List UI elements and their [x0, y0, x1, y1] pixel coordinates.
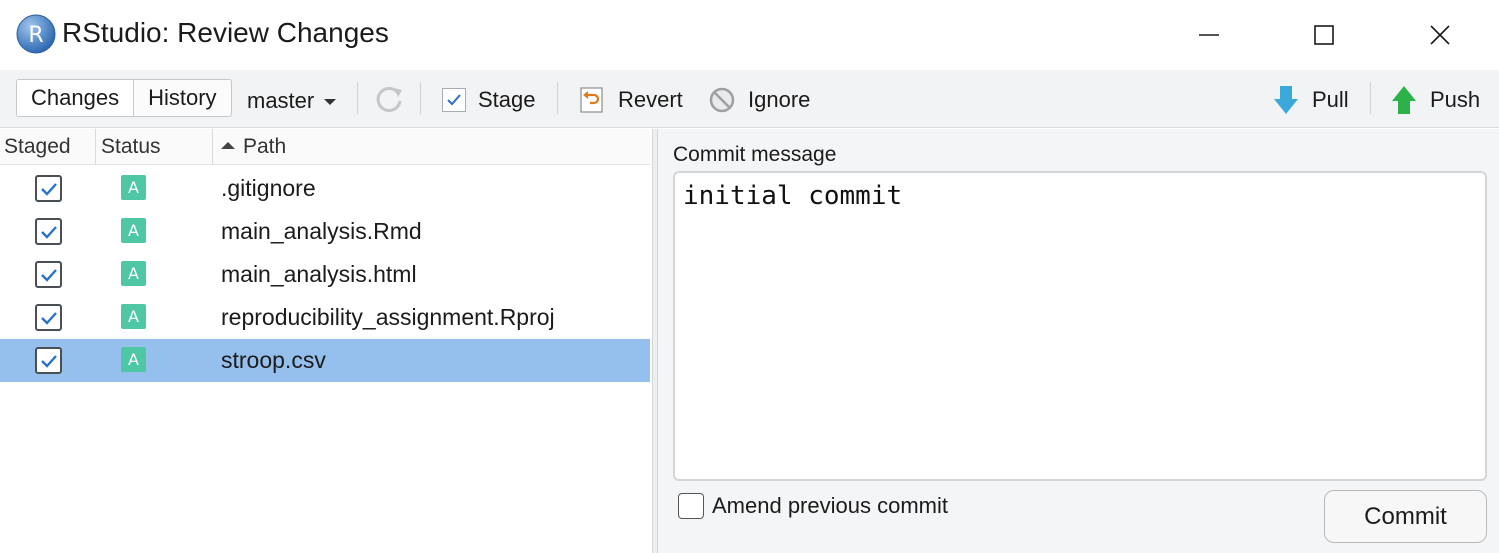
- checkmark-icon: [40, 182, 57, 196]
- revert-icon: [580, 87, 603, 113]
- pull-label: Pull: [1312, 87, 1349, 112]
- close-icon: [1430, 25, 1450, 45]
- table-row[interactable]: A main_analysis.html: [0, 253, 650, 296]
- staged-checkbox[interactable]: [35, 175, 62, 202]
- table-header: Staged Status Path: [0, 129, 650, 165]
- stage-button[interactable]: Stage: [442, 84, 536, 116]
- column-header-status[interactable]: Status: [95, 129, 211, 165]
- status-badge: A: [121, 304, 146, 329]
- table-row[interactable]: A main_analysis.Rmd: [0, 210, 650, 253]
- staged-checkbox[interactable]: [35, 218, 62, 245]
- refresh-icon[interactable]: [372, 82, 406, 116]
- branch-dropdown[interactable]: master: [247, 88, 337, 114]
- amend-checkbox-box[interactable]: [678, 493, 704, 519]
- pull-arrow-icon: [1274, 86, 1298, 114]
- column-header-path-label: Path: [243, 135, 287, 158]
- file-rows: A .gitignore A main_analysis.Rmd A main_…: [0, 167, 650, 382]
- sort-ascending-icon: [221, 141, 235, 149]
- view-tabs: Changes History: [16, 79, 232, 117]
- stage-label: Stage: [478, 87, 536, 112]
- push-arrow-icon: [1392, 86, 1416, 114]
- staged-checkbox[interactable]: [35, 347, 62, 374]
- changes-file-list: Staged Status Path A .gitignore A main_a…: [0, 129, 652, 553]
- commit-message-input[interactable]: initial commit: [673, 171, 1487, 481]
- tab-history[interactable]: History: [133, 80, 230, 116]
- status-badge: A: [121, 218, 146, 243]
- minimize-icon: [1199, 34, 1219, 36]
- maximize-button[interactable]: [1294, 12, 1354, 58]
- column-header-path[interactable]: Path: [212, 129, 648, 165]
- file-path: .gitignore: [221, 175, 316, 201]
- push-label: Push: [1430, 87, 1481, 112]
- toolbar-separator: [557, 82, 558, 114]
- close-button[interactable]: [1410, 12, 1470, 58]
- amend-previous-commit-checkbox[interactable]: Amend previous commit: [678, 493, 948, 519]
- minimize-button[interactable]: [1179, 12, 1239, 58]
- file-path: main_analysis.Rmd: [221, 218, 422, 244]
- status-badge: A: [121, 175, 146, 200]
- branch-name: master: [247, 88, 315, 113]
- toolbar-separator: [357, 82, 358, 114]
- checkmark-icon: [40, 268, 57, 282]
- file-path: stroop.csv: [221, 347, 326, 373]
- status-badge: A: [121, 261, 146, 286]
- commit-panel: Commit message initial commit Amend prev…: [658, 129, 1499, 553]
- column-header-staged[interactable]: Staged: [4, 129, 94, 165]
- revert-label: Revert: [618, 87, 683, 112]
- status-badge: A: [121, 347, 146, 372]
- commit-button[interactable]: Commit: [1324, 490, 1487, 543]
- title-bar: R RStudio: Review Changes: [0, 0, 1499, 70]
- window-title: RStudio: Review Changes: [62, 17, 389, 48]
- commit-message-label: Commit message: [673, 143, 837, 166]
- file-path: reproducibility_assignment.Rproj: [221, 304, 555, 330]
- rstudio-logo-icon: R: [16, 14, 56, 54]
- checkmark-icon: [40, 354, 57, 368]
- toolbar: Changes History master Stage Revert Igno…: [0, 70, 1499, 128]
- ignore-button[interactable]: Ignore: [708, 84, 810, 116]
- toolbar-separator: [420, 82, 421, 114]
- checkbox-icon: [442, 88, 466, 112]
- table-row[interactable]: A stroop.csv: [0, 339, 650, 382]
- checkmark-icon: [40, 311, 57, 325]
- maximize-icon: [1314, 25, 1334, 45]
- staged-checkbox[interactable]: [35, 261, 62, 288]
- file-path: main_analysis.html: [221, 261, 417, 287]
- ignore-icon: [709, 87, 735, 113]
- pull-button[interactable]: Pull: [1272, 84, 1349, 116]
- amend-label: Amend previous commit: [712, 493, 948, 518]
- ignore-label: Ignore: [748, 87, 811, 112]
- staged-checkbox[interactable]: [35, 304, 62, 331]
- toolbar-separator: [1370, 82, 1371, 114]
- svg-text:R: R: [28, 23, 43, 48]
- chevron-down-icon: [324, 99, 337, 105]
- table-row[interactable]: A reproducibility_assignment.Rproj: [0, 296, 650, 339]
- revert-button[interactable]: Revert: [578, 84, 683, 116]
- table-row[interactable]: A .gitignore: [0, 167, 650, 210]
- tab-changes[interactable]: Changes: [17, 80, 134, 116]
- push-button[interactable]: Push: [1390, 84, 1480, 116]
- checkmark-icon: [40, 225, 57, 239]
